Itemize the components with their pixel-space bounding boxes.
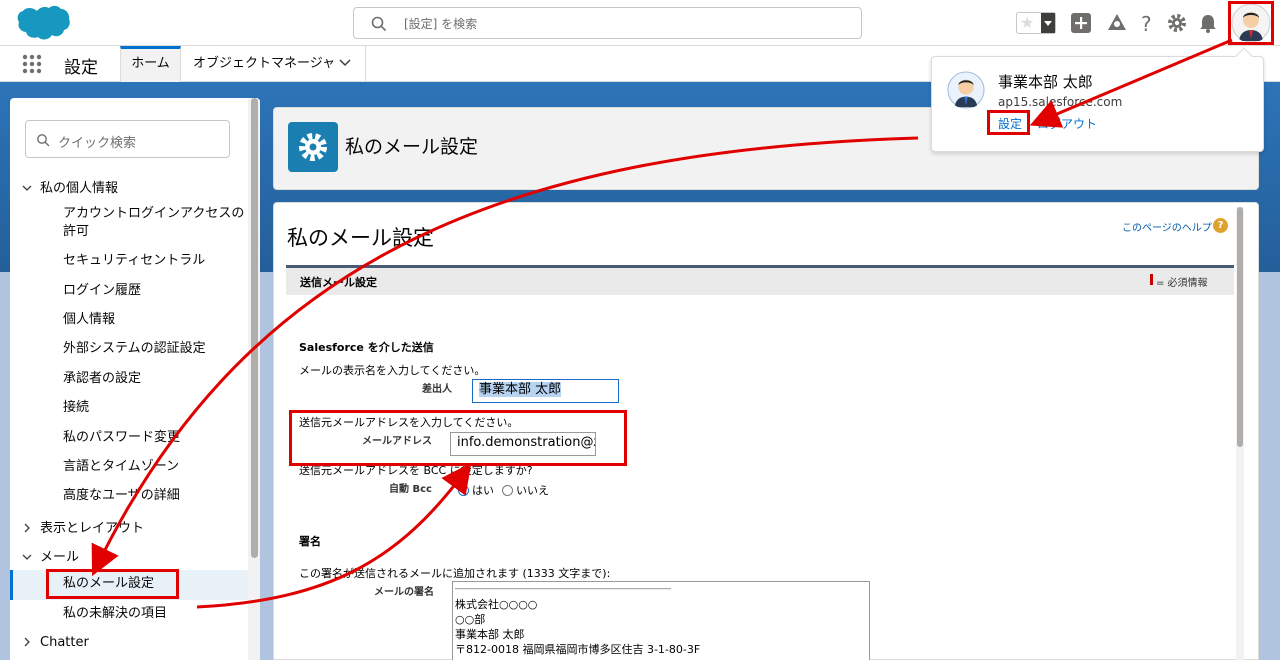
content-scrollbar-thumb[interactable] [1237, 207, 1243, 447]
sidebar-item-connections[interactable]: 接続 [63, 399, 253, 417]
sidebar-item-personal-info[interactable]: 個人情報 [63, 311, 253, 329]
subsection-title: Salesforce を介した送信 [299, 341, 434, 354]
sidebar-section-email[interactable]: メール [22, 546, 79, 565]
sidebar-section-label: メール [40, 550, 80, 565]
content-title: 私のメール設定 [287, 226, 434, 250]
chevron-right-icon [24, 637, 30, 647]
signature-prompt: この署名が送信されるメールに追加されます (1333 文字まで): [299, 567, 611, 580]
chevron-down-icon[interactable] [338, 58, 352, 68]
chevron-down-icon [22, 185, 32, 191]
help-link[interactable]: このページのヘルプ [1122, 219, 1212, 234]
sidebar-item-auth-settings[interactable]: 外部システムの認証設定 [63, 340, 253, 358]
app-launcher-icon[interactable] [22, 54, 42, 74]
signature-textarea[interactable]: ―――――――――――――――――――――――― 株式会社○○○○ ○○部 事業… [452, 581, 870, 660]
chevron-down-icon [22, 554, 32, 560]
sidebar-item-advanced-user[interactable]: 高度なユーザの詳細 [63, 487, 253, 505]
signature-line: 〒812-0018 福岡県福岡市博多区住吉 3-1-80-3F [455, 643, 701, 656]
annotation-box-avatar [1228, 1, 1274, 45]
page-title: 私のメール設定 [345, 136, 479, 158]
signature-line: ―――――――――――――――――――――――― [455, 584, 671, 594]
bcc-label: 自動 Bcc [389, 484, 432, 495]
sidebar-item-change-password[interactable]: 私のパスワード変更 [63, 429, 253, 447]
bcc-no-radio[interactable] [502, 485, 513, 496]
star-icon: ★ [1020, 13, 1035, 32]
signature-line: 事業本部 太郎 [455, 628, 525, 641]
annotation-box-email-field [289, 410, 627, 466]
salesforce-logo-icon[interactable] [14, 5, 70, 43]
tab-home[interactable]: ホーム [120, 46, 181, 82]
bcc-no-label[interactable]: いいえ [516, 482, 549, 498]
help-question-icon[interactable]: ? [1213, 218, 1228, 233]
nav-divider [365, 46, 366, 82]
signature-line: ○○部 [455, 613, 486, 626]
sender-label: 差出人 [422, 384, 452, 395]
search-icon [37, 134, 50, 147]
setup-gear-icon[interactable] [1166, 12, 1188, 34]
bcc-yes-label[interactable]: はい [472, 482, 494, 498]
sidebar-scrollbar-thumb[interactable] [251, 98, 258, 558]
sidebar-section-label: 私の個人情報 [40, 181, 119, 196]
trailhead-icon[interactable] [1106, 12, 1128, 34]
display-name-prompt: メールの表示名を入力してください。 [299, 364, 486, 377]
setup-page-icon [288, 122, 338, 172]
user-avatar-icon [947, 71, 985, 109]
required-info-legend: = 必須情報 [1156, 278, 1208, 289]
sidebar-section-display[interactable]: 表示とレイアウト [22, 517, 144, 536]
sender-name-input[interactable]: 事業本部 太郎 [472, 379, 619, 403]
signature-line: 株式会社○○○○ [455, 598, 538, 611]
popover-user-name: 事業本部 太郎 [998, 73, 1093, 91]
sidebar-item-login-access[interactable]: アカウントログインアクセスの許可 [63, 205, 253, 241]
annotation-box-email-settings [46, 569, 179, 599]
signature-title: 署名 [299, 535, 321, 548]
section-title: 送信メール設定 [300, 276, 377, 289]
global-create-icon[interactable] [1070, 12, 1092, 34]
svg-text:?: ? [1141, 12, 1152, 34]
popover-logout-link[interactable]: ログアウト [1037, 115, 1097, 132]
user-profile-popover: 事業本部 太郎 ap15.salesforce.com 設定 ログアウト [931, 47, 1264, 152]
annotation-box-settings-link [987, 110, 1030, 135]
search-icon [371, 16, 387, 32]
sidebar-section-label: Chatter [40, 635, 89, 650]
notification-bell-icon[interactable] [1197, 12, 1219, 34]
app-name: 設定 [64, 58, 98, 78]
quick-find-placeholder: クイック検索 [58, 136, 137, 151]
signature-label: メールの署名 [374, 587, 434, 598]
sender-name-value: 事業本部 太郎 [479, 382, 562, 397]
sidebar-item-my-unresolved-items[interactable]: 私の未解決の項目 [63, 605, 253, 623]
favorites-button[interactable]: ★ [1016, 12, 1056, 34]
required-marker [472, 379, 473, 403]
help-icon[interactable]: ? [1137, 12, 1159, 34]
sidebar-item-language-timezone[interactable]: 言語とタイムゾーン [63, 458, 253, 476]
popover-domain: ap15.salesforce.com [998, 95, 1123, 109]
sidebar-item-approver-settings[interactable]: 承認者の設定 [63, 370, 253, 388]
popover-avatar [947, 71, 985, 109]
required-marker [1150, 274, 1153, 285]
sidebar-section-personal[interactable]: 私の個人情報 [22, 177, 118, 196]
section-header-outgoing: 送信メール設定 = 必須情報 [286, 265, 1234, 295]
global-header: [設定] を検索 ★ ? [0, 0, 1280, 46]
search-placeholder: [設定] を検索 [404, 17, 478, 31]
gear-icon [299, 133, 327, 161]
sidebar-item-security-central[interactable]: セキュリティセントラル [63, 252, 253, 270]
chevron-right-icon [24, 523, 30, 533]
global-search[interactable]: [設定] を検索 [353, 7, 862, 39]
sidebar-section-label: 表示とレイアウト [40, 521, 145, 536]
favorites-dropdown-icon[interactable] [1041, 13, 1055, 33]
quick-find-input[interactable]: クイック検索 [25, 120, 230, 158]
tab-object-manager[interactable]: オブジェクトマネージャ [193, 46, 335, 82]
sidebar-item-login-history[interactable]: ログイン履歴 [63, 282, 253, 300]
bcc-yes-radio[interactable] [458, 485, 469, 496]
sidebar-section-chatter[interactable]: Chatter [22, 635, 89, 650]
